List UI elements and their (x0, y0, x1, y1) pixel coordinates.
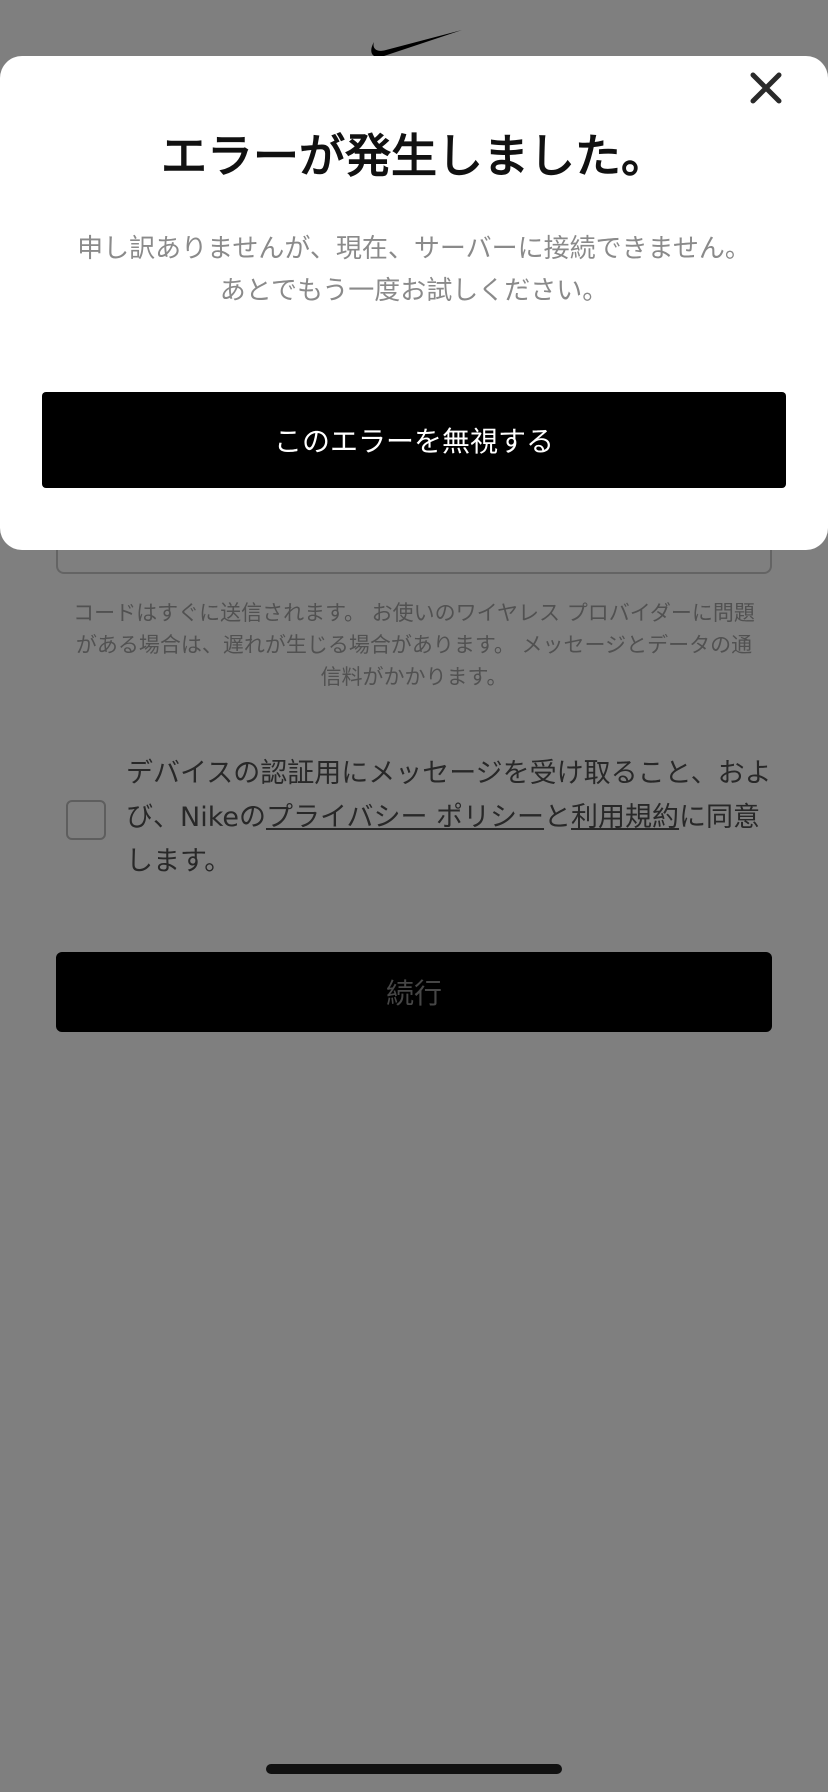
screen: コードはすぐに送信されます。 お使いのワイヤレス プロバイダーに問題 がある場合… (0, 0, 828, 1792)
close-icon (750, 72, 782, 104)
error-modal: エラーが発生しました。 申し訳ありませんが、現在、サーバーに接続できません。 あ… (0, 56, 828, 550)
modal-message-line: 申し訳ありませんが、現在、サーバーに接続できません。 (77, 234, 751, 264)
modal-message-line: あとでもう一度お試しください。 (219, 276, 609, 306)
modal-message: 申し訳ありませんが、現在、サーバーに接続できません。 あとでもう一度お試しくださ… (40, 228, 788, 312)
ignore-error-button[interactable]: このエラーを無視する (42, 392, 786, 488)
close-button[interactable] (740, 62, 792, 114)
home-indicator[interactable] (266, 1764, 562, 1774)
modal-title: エラーが発生しました。 (161, 129, 667, 183)
